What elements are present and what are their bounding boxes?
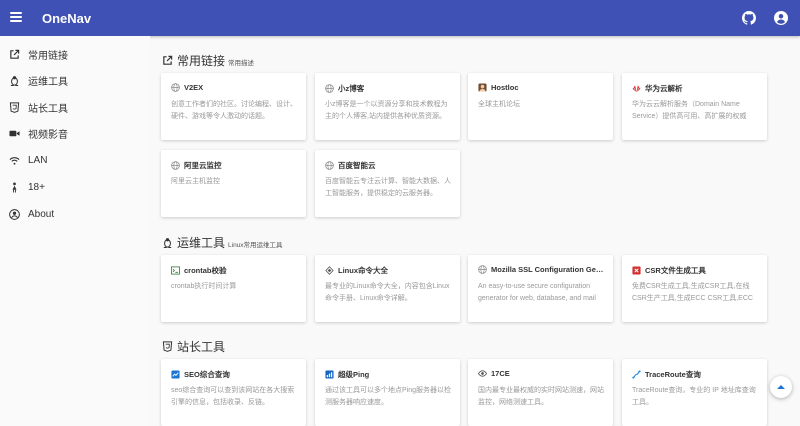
github-icon[interactable] [742,11,756,25]
html5-icon [9,101,20,113]
card-title: 小z博客 [338,84,365,93]
account-icon[interactable] [774,11,788,25]
card-title: 百度智能云 [338,161,376,170]
section-subtitle: Linux常用运维工具 [228,242,283,249]
avatar-icon [478,83,487,92]
eye-icon [478,369,487,378]
link-card-super-ping[interactable]: 超级Ping 通过该工具可以多个地点Ping服务器以检测服务器响应速度。 [315,359,460,426]
link-card-17ce[interactable]: 17CE 国内最专业最权威的实时网站测速，网站监控，网络测速工具。 [468,359,613,426]
card-description: 创意工作者们的社区。讨论编程、设计、硬件、游戏等令人激动的话题。 [171,101,297,120]
section-title-ops-tools: 运维工具 Linux常用运维工具 [162,234,283,251]
link-card-mozilla-ssl[interactable]: Mozilla SSL Configuration Generator An e… [468,255,613,322]
top-app-bar: OneNav [0,0,800,36]
globe-icon [171,83,180,92]
linux-icon [9,75,20,86]
sidebar-item-adult[interactable]: 18+ [0,174,150,200]
sidebar-item-ops-tools[interactable]: 运维工具 [0,67,150,93]
globe-icon [325,161,334,170]
sidebar-item-label: About [28,208,55,220]
wifi-icon [9,155,20,166]
link-card-crontab[interactable]: crontab校验 crontab执行时间计算 [161,255,306,322]
card-description: seo综合查询可以查到该网站在各大搜索引擎的信息，包括收录、反链。 [171,387,295,406]
sidebar-item-webmaster-tools[interactable]: 站长工具 [0,94,150,120]
sidebar-item-lan[interactable]: LAN [0,147,150,173]
section-heading: 站长工具 [177,340,226,354]
brand-title[interactable]: OneNav [42,11,91,26]
card-description: crontab执行时间计算 [171,283,237,290]
huawei-icon [632,84,641,93]
section-title-common-links: 常用链接 常用描述 [162,52,254,69]
back-to-top-button[interactable] [770,376,792,398]
card-title: Mozilla SSL Configuration Generator [491,265,605,274]
link-card-traceroute[interactable]: TraceRoute查询 TraceRoute查询，专业的 IP 地址库查询工具… [622,359,767,426]
sidebar-item-label: 运维工具 [28,76,68,88]
sidebar-item-label: 站长工具 [28,103,68,115]
external-link-icon [162,55,173,66]
card-description: An easy-to-use secure configuration gene… [478,283,596,302]
section-heading: 常用链接 [177,54,226,68]
section-title-webmaster-tools: 站长工具 [162,338,228,355]
card-description: 最专业的Linux命令大全，内容包含Linux命令手册、Linux命令详解。 [325,283,450,302]
diamond-icon [325,266,334,275]
sidebar: 常用链接 运维工具 站长工具 视频影音 LAN 18+ About [0,36,150,426]
card-description: 国内最专业最权威的实时网站测速，网站监控，网络测速工具。 [478,387,604,406]
card-description: 阿里云主机监控 [171,178,220,185]
globe-icon [171,161,180,170]
section-subtitle: 常用描述 [228,60,255,67]
sidebar-item-label: 常用链接 [28,50,68,62]
link-card-csr-generator[interactable]: CSR文件生成工具 免费CSR生成工具,生成CSR工具,在线CSR生产工具,生成… [622,255,767,322]
seo-icon [171,370,180,379]
card-title: crontab校验 [184,266,227,275]
link-card-hostloc[interactable]: Hostloc 全球主机论坛 [468,73,613,140]
card-title: 阿里云监控 [184,161,222,170]
card-description: TraceRoute查询，专业的 IP 地址库查询工具。 [632,387,756,406]
sidebar-item-label: 18+ [28,181,45,193]
card-description: 全球主机论坛 [478,101,520,108]
link-card-huawei-dns[interactable]: 华为云解析 华为云云解析服务（Domain Name Service）提供高可用… [622,73,767,140]
globe-icon [325,84,334,93]
link-card-seo-query[interactable]: SEO综合查询 seo综合查询可以查到该网站在各大搜索引擎的信息，包括收录、反链… [161,359,306,426]
card-title: 17CE [491,369,510,378]
card-title: TraceRoute查询 [645,370,701,379]
sidebar-item-about[interactable]: About [0,201,150,227]
card-description: 华为云云解析服务（Domain Name Service）提供高可用、高扩展的权… [632,101,747,120]
csr-icon [632,266,641,275]
card-title: 超级Ping [338,370,370,379]
link-card-aliyun-monitor[interactable]: 阿里云监控 阿里云主机监控 [161,150,306,217]
html5-icon [162,341,173,352]
trace-icon [632,370,641,379]
section-heading: 运维工具 [177,236,226,250]
card-title: 华为云解析 [645,84,683,93]
sidebar-item-label: 视频影音 [28,129,68,141]
globe-icon [478,265,487,274]
card-title: Hostloc [491,83,519,92]
sidebar-item-label: LAN [28,154,48,166]
terminal-icon [171,266,180,275]
sidebar-item-video[interactable]: 视频影音 [0,120,150,146]
chevron-up-icon [777,385,785,389]
video-icon [9,128,20,139]
card-title: Linux命令大全 [338,266,388,275]
card-description: 百度智能云专注云计算、智能大数据、人工智能服务，提供稳定的云服务器。 [325,178,451,197]
card-title: SEO综合查询 [184,370,230,379]
sidebar-item-common-links[interactable]: 常用链接 [0,41,150,67]
card-description: 通过该工具可以多个地点Ping服务器以检测服务器响应速度。 [325,387,452,406]
link-card-baidu-cloud[interactable]: 百度智能云 百度智能云专注云计算、智能大数据、人工智能服务，提供稳定的云服务器。 [315,150,460,217]
card-description: 免费CSR生成工具,生成CSR工具,在线CSR生产工具,生成ECC CSR工具,… [632,283,753,302]
link-card-linux-commands[interactable]: Linux命令大全 最专业的Linux命令大全，内容包含Linux命令手册、Li… [315,255,460,322]
ping-icon [325,370,334,379]
link-card-xiaoz-blog[interactable]: 小z博客 小z博客是一个以资源分享和技术教程为主的个人博客,站内提供各种优质资源… [315,73,460,140]
card-title: CSR文件生成工具 [645,266,706,275]
menu-icon[interactable] [10,10,22,24]
external-link-icon [9,49,20,60]
card-description: 小z博客是一个以资源分享和技术教程为主的个人博客,站内提供各种优质资源。 [325,101,448,120]
user-icon [9,208,20,220]
female-icon [9,181,20,193]
linux-icon [162,237,173,248]
card-title: V2EX [184,83,204,92]
link-card-v2ex[interactable]: V2EX 创意工作者们的社区。讨论编程、设计、硬件、游戏等令人激动的话题。 [161,73,306,140]
